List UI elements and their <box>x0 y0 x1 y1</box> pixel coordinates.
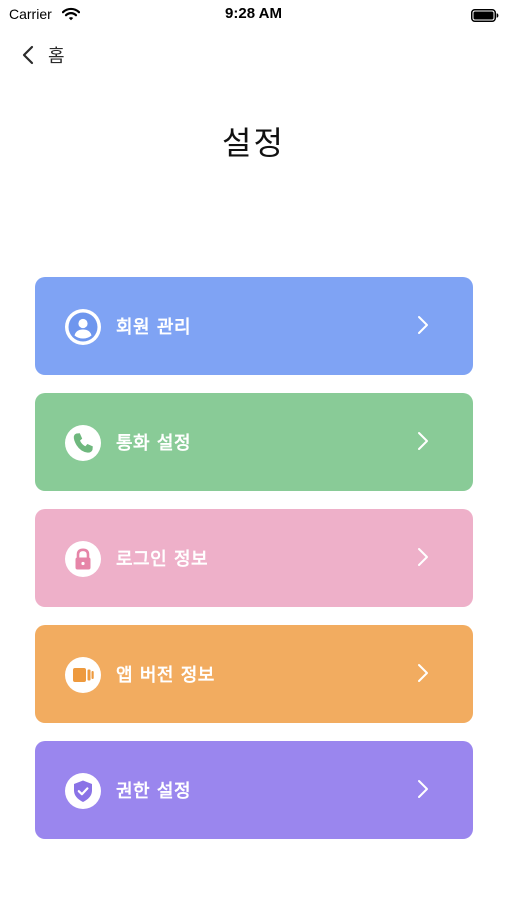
menu-item-call-settings[interactable]: 통화 설정 <box>35 393 473 491</box>
version-icon <box>65 657 101 693</box>
chevron-right-icon <box>417 663 429 683</box>
chevron-right-icon <box>417 431 429 451</box>
menu-item-label: 권한 설정 <box>116 781 192 802</box>
phone-icon <box>65 425 101 461</box>
page-title: 설정 <box>222 124 285 162</box>
menu-item-login-info[interactable]: 로그인 정보 <box>35 509 473 607</box>
menu-item-permission-settings[interactable]: 권한 설정 <box>35 741 473 839</box>
battery-icon <box>471 7 499 22</box>
chevron-right-icon <box>417 315 429 335</box>
status-time: 9:28 AM <box>225 5 282 22</box>
back-button[interactable]: 홈 <box>22 40 66 70</box>
menu-item-label: 앱 버전 정보 <box>116 665 215 686</box>
back-label: 홈 <box>48 46 66 67</box>
chevron-left-icon <box>22 45 34 65</box>
chevron-right-icon <box>417 779 429 799</box>
menu-item-label: 통화 설정 <box>116 433 192 454</box>
user-icon <box>65 309 101 345</box>
chevron-right-icon <box>417 547 429 567</box>
menu-item-label: 로그인 정보 <box>116 549 209 570</box>
menu-item-label: 회원 관리 <box>116 317 192 338</box>
settings-menu: 회원 관리 통화 설정 로그인 정보 앱 버전 정보 권한 설정 <box>35 277 473 857</box>
menu-item-member-management[interactable]: 회원 관리 <box>35 277 473 375</box>
shield-check-icon <box>65 773 101 809</box>
status-bar: Carrier 9:28 AM <box>0 0 507 30</box>
menu-item-app-version[interactable]: 앱 버전 정보 <box>35 625 473 723</box>
lock-icon <box>65 541 101 577</box>
